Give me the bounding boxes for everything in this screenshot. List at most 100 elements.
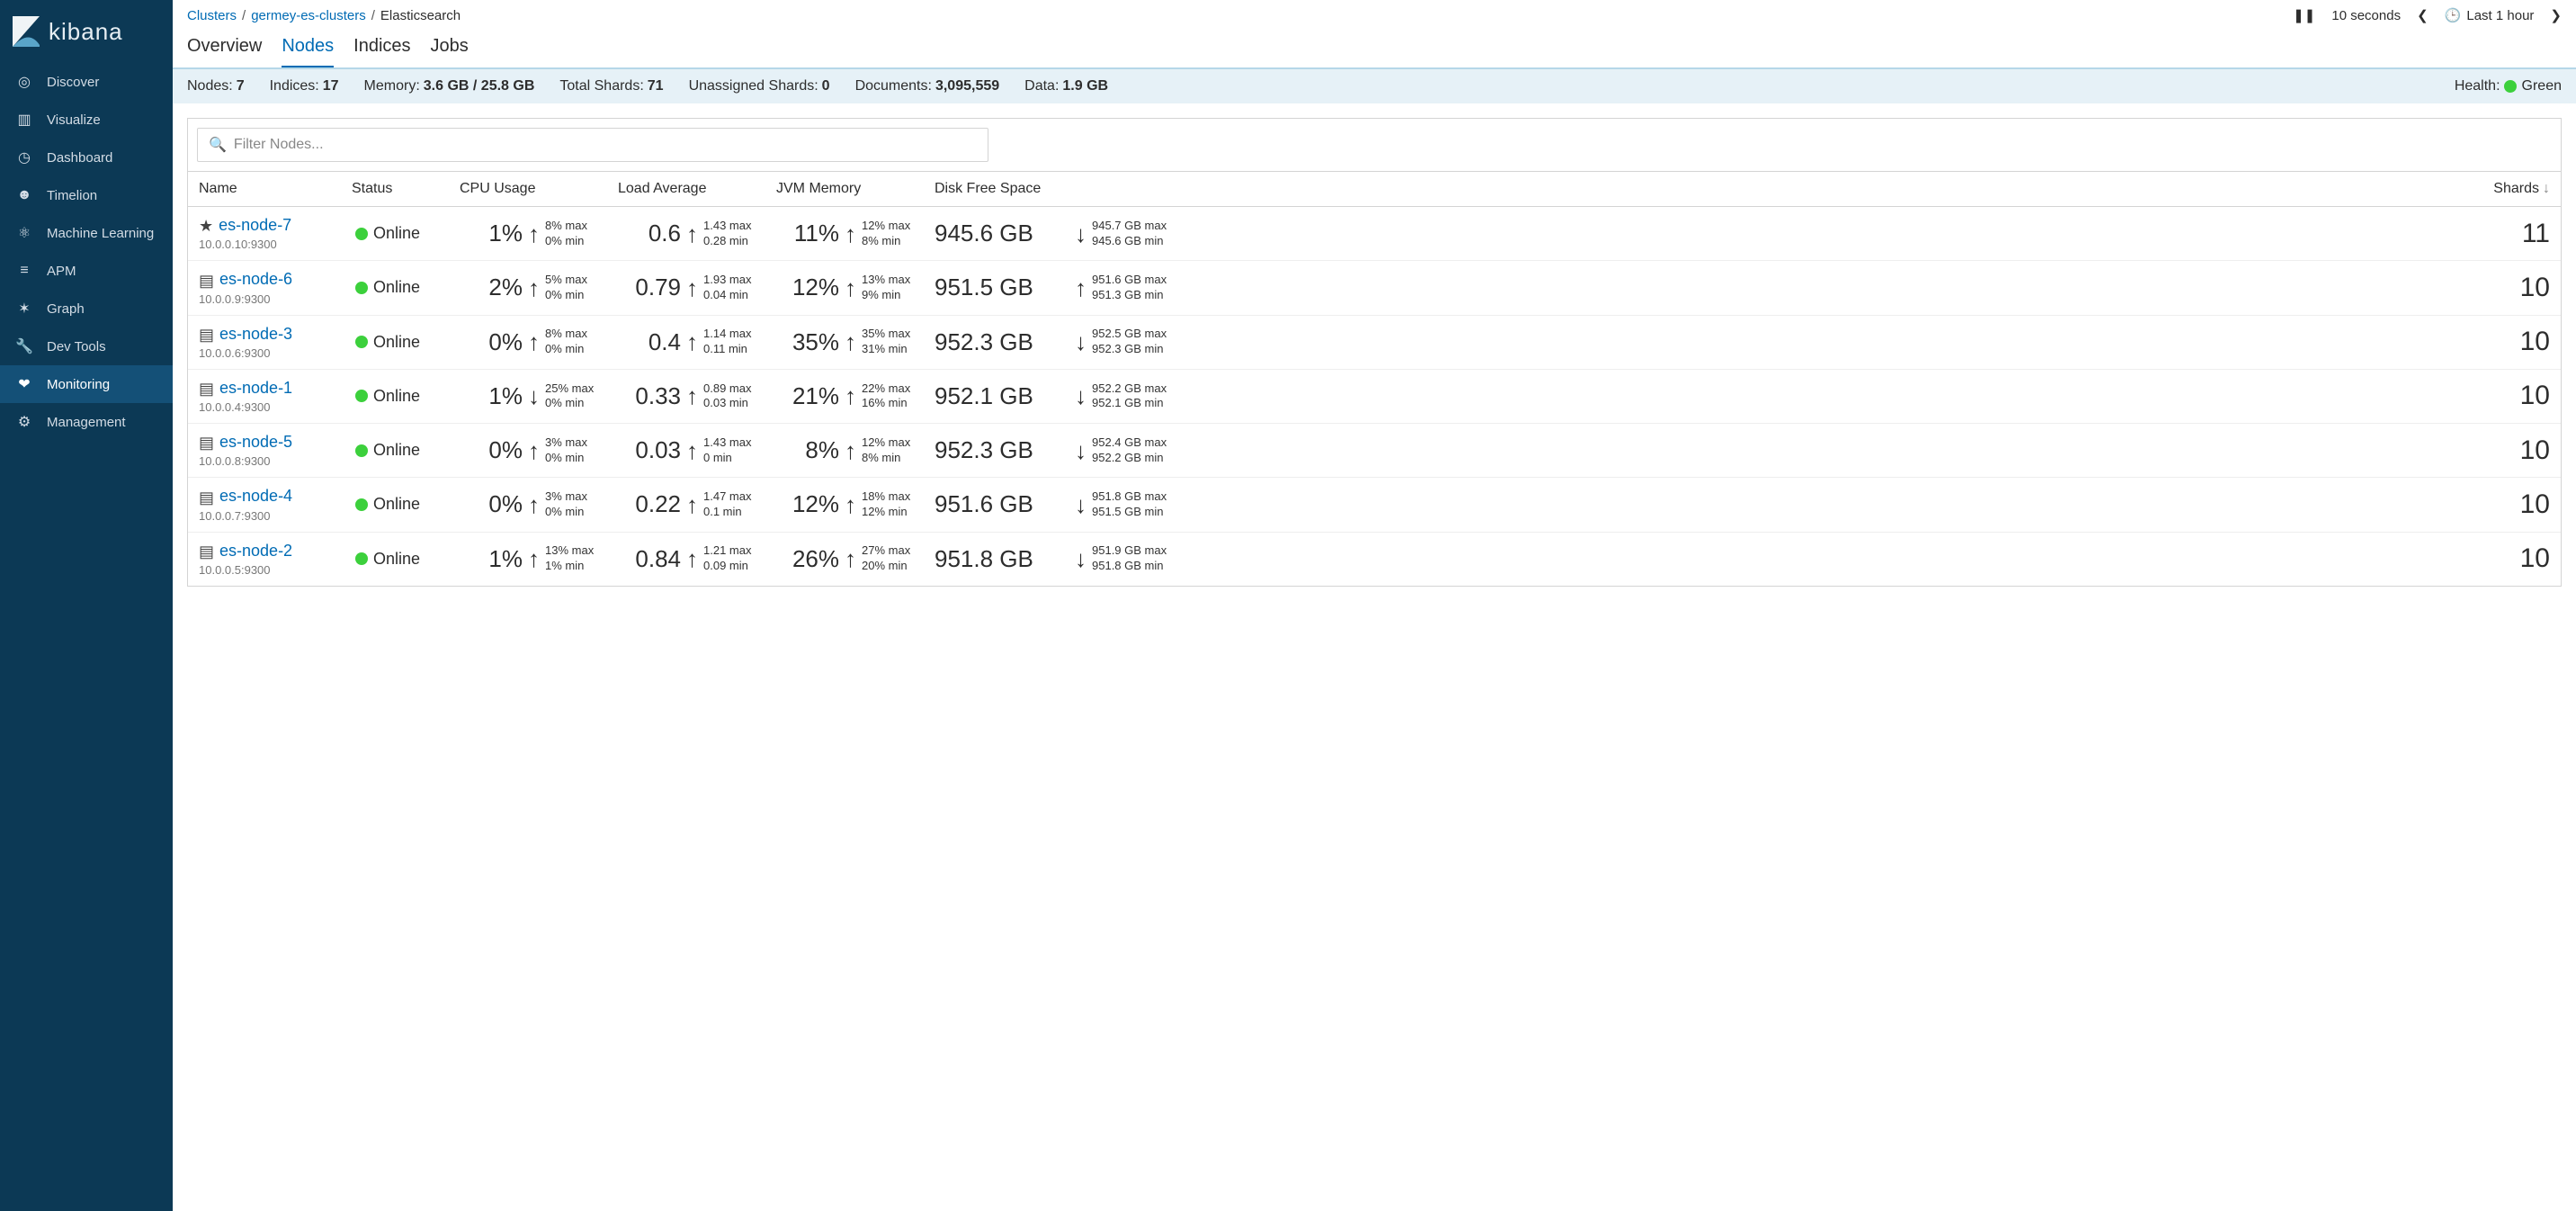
node-name-link[interactable]: es-node-6 — [219, 270, 292, 288]
trend-arrow-icon: ↑ — [686, 547, 698, 570]
metric-value: 1% — [460, 545, 523, 573]
sidebar-item-apm[interactable]: ≡APM — [0, 252, 173, 290]
metric-value: 0.79 — [618, 274, 681, 301]
trend-arrow-icon: ↓ — [1075, 222, 1087, 246]
sidebar-item-dev-tools[interactable]: 🔧Dev Tools — [0, 327, 173, 365]
metric-value: 26% — [776, 545, 839, 573]
node-icon: ▤ — [199, 380, 214, 398]
node-name-link[interactable]: es-node-3 — [219, 325, 292, 343]
shards-count: 10 — [2520, 435, 2550, 465]
node-name-link[interactable]: es-node-5 — [219, 433, 292, 451]
metric-max: 1.43 max — [703, 219, 751, 234]
shards-count: 10 — [2520, 273, 2550, 302]
trend-arrow-icon: ↓ — [1075, 493, 1087, 516]
prev-range-button[interactable]: ❮ — [2417, 7, 2428, 23]
refresh-interval[interactable]: 10 seconds — [2331, 8, 2401, 23]
metric-min: 0% min — [545, 451, 587, 466]
node-status: Online — [352, 441, 438, 460]
visualize-icon: ▥ — [14, 111, 34, 129]
metric-min: 31% min — [862, 342, 910, 357]
node-name-link[interactable]: es-node-4 — [219, 487, 292, 505]
sidebar-item-machine-learning[interactable]: ⚛Machine Learning — [0, 214, 173, 252]
machine-learning-icon: ⚛ — [14, 224, 34, 242]
node-icon: ▤ — [199, 434, 214, 452]
sidebar-item-discover[interactable]: ◎Discover — [0, 63, 173, 101]
metric-value: 951.6 GB — [935, 490, 1069, 518]
col-name[interactable]: Name — [188, 172, 341, 206]
metric-value: 0.84 — [618, 545, 681, 573]
metric-value: 0% — [460, 436, 523, 464]
trend-arrow-icon: ↑ — [686, 384, 698, 408]
filter-input[interactable] — [234, 137, 977, 153]
table-row: ▤es-node-3 10.0.0.6:9300 Online 0% ↑ 8% … — [188, 316, 2561, 370]
tab-overview[interactable]: Overview — [187, 36, 262, 67]
management-icon: ⚙ — [14, 413, 34, 431]
metric-min: 952.1 GB min — [1092, 396, 1167, 411]
sidebar-item-label: Visualize — [47, 112, 101, 128]
node-address: 10.0.0.9:9300 — [199, 292, 330, 306]
metric-min: 0.04 min — [703, 288, 751, 303]
shards-count: 11 — [2522, 219, 2550, 248]
metric-max: 951.6 GB max — [1092, 273, 1167, 288]
tabs: Overview Nodes Indices Jobs — [173, 27, 2576, 67]
tab-nodes[interactable]: Nodes — [282, 36, 334, 67]
stat-memory: Memory:3.6 GB / 25.8 GB — [364, 78, 535, 94]
tab-jobs[interactable]: Jobs — [431, 36, 469, 67]
metric-max: 13% max — [862, 273, 910, 288]
sidebar-item-timelion[interactable]: ☻Timelion — [0, 176, 173, 214]
col-status[interactable]: Status — [341, 172, 449, 206]
metric-min: 0% min — [545, 505, 587, 520]
next-range-button[interactable]: ❯ — [2550, 7, 2562, 23]
col-shards[interactable]: Shards↓ — [2426, 172, 2561, 206]
pause-button[interactable]: ❚❚ — [2293, 7, 2315, 23]
table-row: ▤es-node-1 10.0.0.4:9300 Online 1% ↓ 25%… — [188, 370, 2561, 424]
sidebar-item-management[interactable]: ⚙Management — [0, 403, 173, 441]
breadcrumb-item[interactable]: Clusters — [187, 8, 237, 23]
col-jvm[interactable]: JVM Memory — [765, 172, 924, 206]
metric-value: 0.03 — [618, 436, 681, 464]
status-dot-icon — [355, 228, 368, 240]
sidebar-item-label: APM — [47, 264, 76, 279]
metric-max: 35% max — [862, 327, 910, 342]
node-name-link[interactable]: es-node-1 — [219, 379, 292, 397]
metric-value: 0.4 — [618, 328, 681, 356]
trend-arrow-icon: ↓ — [1075, 384, 1087, 408]
trend-arrow-icon: ↑ — [845, 330, 856, 354]
status-dot-icon — [355, 336, 368, 348]
time-range-label: Last 1 hour — [2466, 8, 2534, 23]
time-range-picker[interactable]: 🕒 Last 1 hour — [2445, 7, 2535, 23]
sidebar-item-label: Monitoring — [47, 377, 110, 392]
col-cpu[interactable]: CPU Usage — [449, 172, 607, 206]
sidebar-item-dashboard[interactable]: ◷Dashboard — [0, 139, 173, 176]
sidebar-item-monitoring[interactable]: ❤Monitoring — [0, 365, 173, 403]
col-load[interactable]: Load Average — [607, 172, 765, 206]
trend-arrow-icon: ↑ — [686, 439, 698, 462]
metric-max: 1.47 max — [703, 489, 751, 505]
metric-value: 8% — [776, 436, 839, 464]
node-name-link[interactable]: es-node-2 — [219, 542, 292, 560]
metric-min: 0% min — [545, 342, 587, 357]
logo[interactable]: kibana — [0, 0, 173, 63]
filter-box[interactable]: 🔍 — [197, 128, 988, 162]
metric-max: 13% max — [545, 543, 594, 559]
node-icon: ▤ — [199, 326, 214, 344]
metric-max: 952.5 GB max — [1092, 327, 1167, 342]
node-name-link[interactable]: es-node-7 — [219, 216, 291, 234]
trend-arrow-icon: ↑ — [845, 222, 856, 246]
sidebar-item-graph[interactable]: ✶Graph — [0, 290, 173, 327]
breadcrumb-separator: / — [371, 8, 375, 23]
metric-value: 1% — [460, 382, 523, 410]
col-disk[interactable]: Disk Free Space — [924, 172, 1212, 206]
metric-min: 16% min — [862, 396, 910, 411]
topbar: Clusters/germey-es-clusters/Elasticsearc… — [173, 0, 2576, 27]
metric-min: 1% min — [545, 559, 594, 574]
metric-max: 951.9 GB max — [1092, 543, 1167, 559]
breadcrumb: Clusters/germey-es-clusters/Elasticsearc… — [187, 8, 461, 23]
sidebar-item-visualize[interactable]: ▥ Visualize — [0, 101, 173, 139]
breadcrumb-item[interactable]: germey-es-clusters — [251, 8, 366, 23]
status-dot-icon — [355, 282, 368, 294]
trend-arrow-icon: ↑ — [528, 276, 540, 300]
tab-indices[interactable]: Indices — [353, 36, 410, 67]
metric-value: 1% — [460, 220, 523, 247]
metric-min: 0.11 min — [703, 342, 751, 357]
